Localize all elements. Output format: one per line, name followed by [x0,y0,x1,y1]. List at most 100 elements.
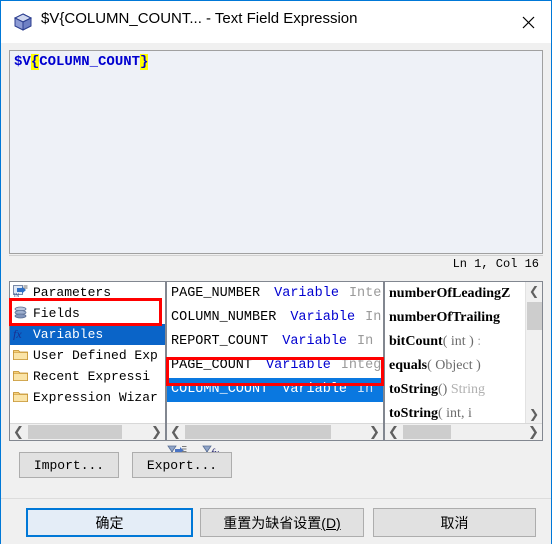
import-button[interactable]: Import... [19,452,119,478]
expression-prefix: $V [14,54,31,70]
object-item-name: PAGE_COUNT [171,358,253,373]
dialog-content: $V{COLUMN_COUNT} Ln 1, Col 16 IN Paramete… [1,43,551,544]
object-item-type: Inte [348,286,382,301]
member-item-return-type: : [473,334,482,349]
member-item[interactable]: equals( Object ) [385,354,525,378]
member-hscrollbar[interactable]: ❮ ❯ [385,423,542,440]
folder-icon [13,369,29,382]
object-item[interactable]: PAGE_COUNT Variable Integ [167,354,383,378]
scroll-thumb[interactable] [185,425,331,439]
ok-button[interactable]: 确定 [26,508,193,537]
member-item[interactable]: toString() String [385,378,525,402]
object-list[interactable]: PAGE_NUMBER Variable Inte COLUMN_NUMBER Vari… [167,282,383,440]
member-item[interactable]: bitCount( int ) : [385,330,525,354]
member-item-args: () [438,382,448,397]
expression-text: $V{COLUMN_COUNT} [14,54,149,70]
category-item[interactable]: Expression Wizar [10,387,165,408]
category-item[interactable]: User Defined Exp [10,345,165,366]
object-item-kind: Variable [282,334,348,349]
function-icon: fx [13,327,29,340]
category-item-label: Parameters [33,285,112,300]
scroll-left-icon[interactable]: ❮ [385,424,402,440]
object-item-type: Integ [340,358,382,373]
object-item-name: PAGE_NUMBER [171,286,261,301]
object-item-name: REPORT_COUNT [171,334,269,349]
member-panel[interactable]: numberOfLeadingZ numberOfTrailing bitCount… [384,281,543,441]
member-item-return-type: String [447,382,486,397]
member-item-name: toString [389,406,438,421]
member-list[interactable]: numberOfLeadingZ numberOfTrailing bitCount… [385,282,525,440]
category-hscrollbar[interactable]: ❮ ❯ [10,423,165,440]
status-divider [9,255,543,256]
category-item[interactable]: Recent Expressi [10,366,165,387]
member-item-name: numberOfLeadingZ [389,286,511,301]
scroll-right-icon[interactable]: ❯ [148,424,165,440]
fields-icon [13,306,29,319]
expression-open-brace: { [30,54,40,70]
reset-defaults-mnemonic: (D) [321,514,341,531]
object-item-type: In [357,334,374,349]
dialog-footer: 确定 重置为缺省设置 (D) 取消 [1,498,551,544]
category-item-label: Recent Expressi [33,369,151,384]
caret-position: Ln 1, Col 16 [452,257,539,271]
scroll-thumb[interactable] [527,302,542,330]
scroll-left-icon[interactable]: ❮ [10,424,27,440]
scroll-thumb[interactable] [28,425,122,439]
title-bar: $V{COLUMN_COUNT... - Text Field Expressi… [1,1,551,43]
member-item[interactable]: numberOfLeadingZ [385,282,525,306]
member-item-name: toString [389,382,438,397]
scroll-thumb[interactable] [403,425,451,439]
category-panel[interactable]: IN Parameters Fields fx Variables User Define… [9,281,166,441]
object-panel[interactable]: PAGE_NUMBER Variable Inte COLUMN_NUMBER Vari… [166,281,384,441]
category-item-label: User Defined Exp [33,348,158,363]
object-item[interactable]: COLUMN_NUMBER Variable In [167,306,383,330]
cancel-button[interactable]: 取消 [373,508,536,537]
object-item-name: COLUMN_NUMBER [171,310,277,325]
reset-defaults-button[interactable]: 重置为缺省设置 (D) [200,508,364,537]
category-item[interactable]: IN Parameters [10,282,165,303]
svg-text:IN: IN [14,293,19,298]
close-icon[interactable] [505,1,551,43]
category-item[interactable]: fx Variables [10,324,165,345]
expression-close-brace: } [140,54,149,70]
object-item-name: COLUMN_COUNT [171,382,269,397]
member-item-name: bitCount [389,334,443,349]
editor-status-bar: Ln 1, Col 16 [9,255,543,277]
object-item-type: In [357,382,374,397]
member-item-args: ( int ) [442,334,474,349]
scroll-up-icon[interactable]: ❮ [526,282,542,299]
object-item-kind: Variable [282,382,348,397]
category-list[interactable]: IN Parameters Fields fx Variables User Define… [10,282,165,440]
object-item-kind: Variable [266,358,331,373]
browser-panels: IN Parameters Fields fx Variables User Define… [9,281,543,441]
svg-text:fx: fx [13,327,22,340]
expression-variable: COLUMN_COUNT [39,54,141,70]
member-item-args: ( Object ) [427,358,481,373]
scroll-right-icon[interactable]: ❯ [525,424,542,440]
member-item-args: ( int, i [438,406,472,421]
category-item-label: Expression Wizar [33,390,158,405]
scroll-right-icon[interactable]: ❯ [366,424,383,440]
object-item-type: In [365,310,382,325]
window-title: $V{COLUMN_COUNT... - Text Field Expressi… [41,10,358,27]
expression-editor[interactable]: $V{COLUMN_COUNT} [9,50,543,254]
member-item[interactable]: numberOfTrailing [385,306,525,330]
member-vscrollbar[interactable]: ❮ ❯ [525,282,542,440]
object-hscrollbar[interactable]: ❮ ❯ [167,423,383,440]
scroll-left-icon[interactable]: ❮ [167,424,184,440]
category-item-label: Variables [33,327,104,342]
parameters-icon: IN [13,285,29,298]
object-item-kind: Variable [274,286,339,301]
category-item[interactable]: Fields [10,303,165,324]
object-item-kind: Variable [290,310,356,325]
object-item[interactable]: REPORT_COUNT Variable In [167,330,383,354]
object-item[interactable]: PAGE_NUMBER Variable Inte [167,282,383,306]
folder-icon [13,390,29,403]
object-item[interactable]: COLUMN_COUNT Variable In [167,378,383,402]
export-button[interactable]: Export... [132,452,232,478]
text-field-expression-dialog: $V{COLUMN_COUNT... - Text Field Expressi… [0,0,552,544]
member-item-name: equals [389,358,428,373]
reset-defaults-label: 重置为缺省设置 [223,514,322,531]
scroll-down-icon[interactable]: ❯ [526,405,542,422]
member-item-name: numberOfTrailing [389,310,500,325]
